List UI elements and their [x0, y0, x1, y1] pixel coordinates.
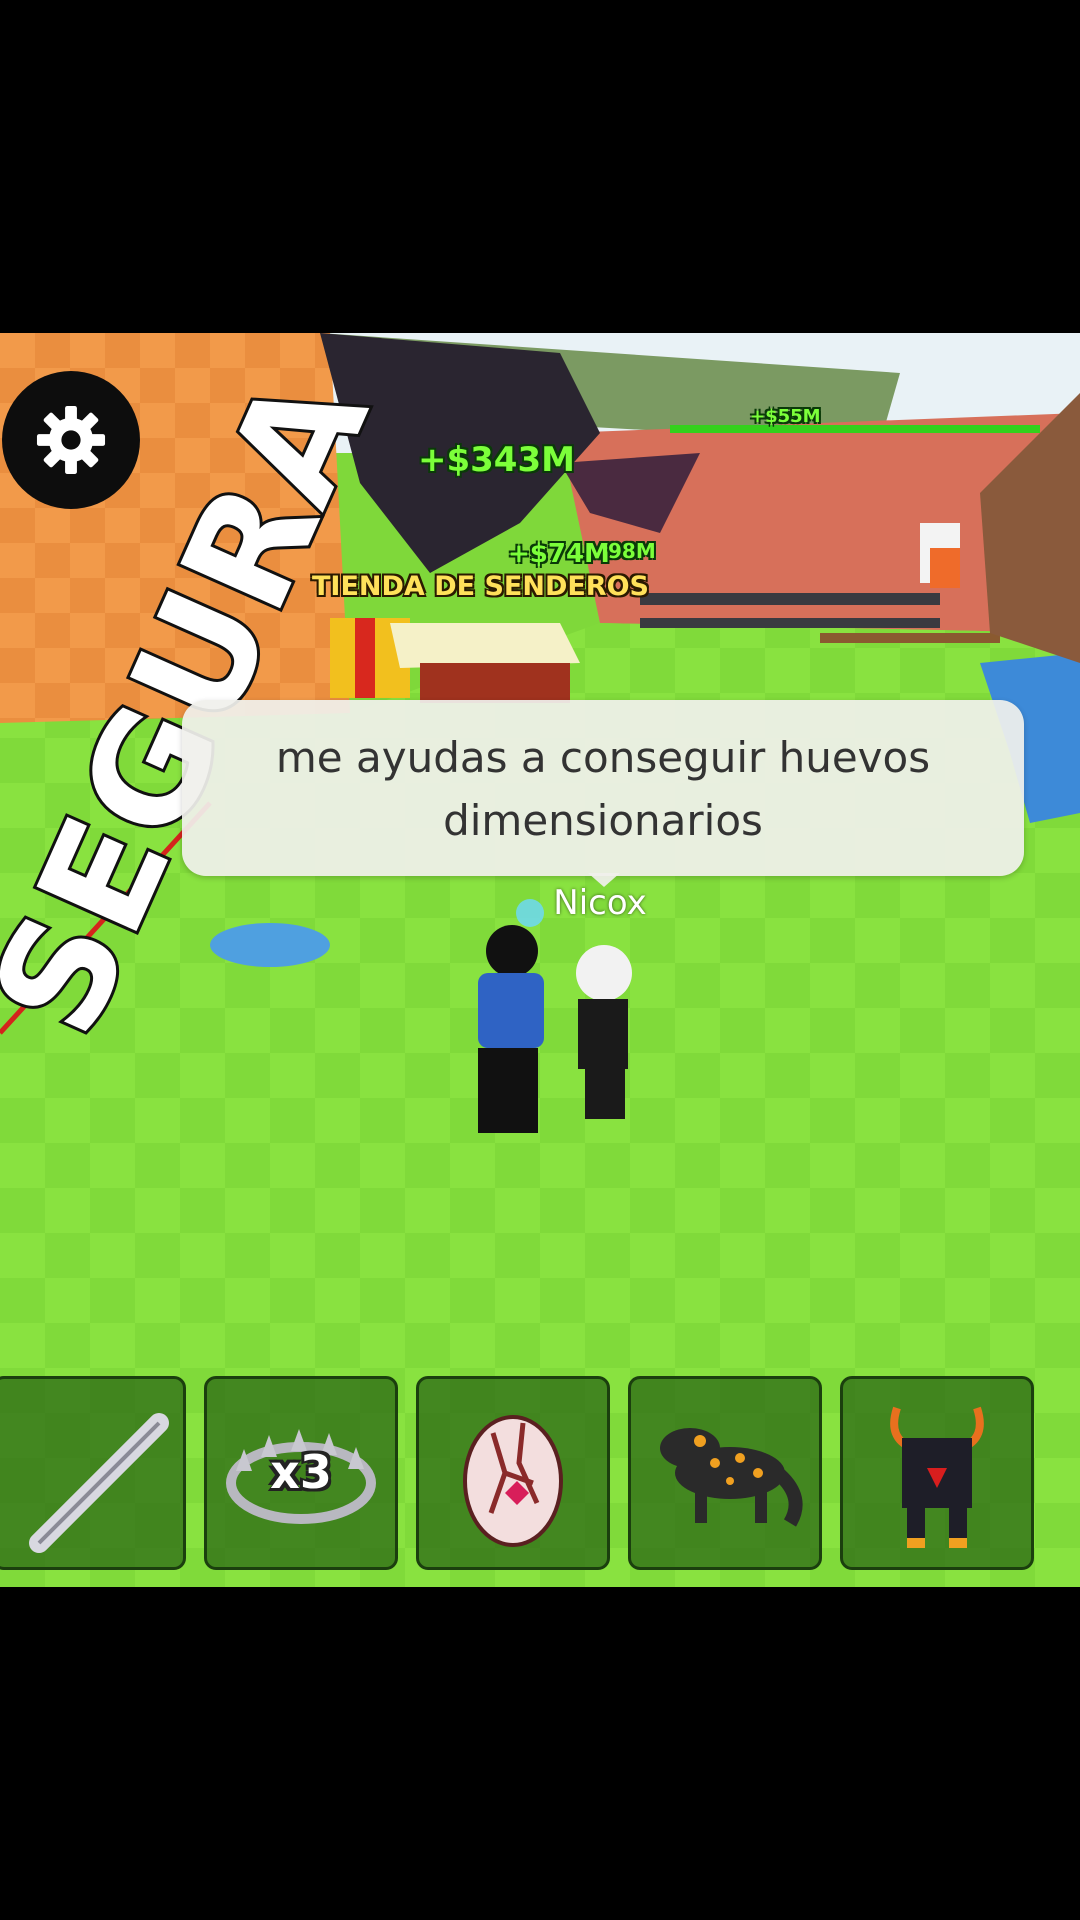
money-popup-far: +$55M	[750, 406, 821, 427]
settings-button[interactable]	[2, 371, 140, 509]
hotbar-slot-bat[interactable]	[0, 1376, 186, 1570]
player-name-tag: Nicox	[553, 883, 647, 923]
money-popup-mid: +$74M	[508, 539, 610, 569]
trap-count-label: x3	[270, 1445, 332, 1499]
money-popup-main: +$343M	[418, 440, 575, 480]
hotbar-slot-trap[interactable]: x3	[204, 1376, 398, 1570]
gear-icon	[36, 405, 106, 475]
shop-sign: TIENDA DE SENDEROS	[312, 571, 649, 602]
game-viewport: SEGURA +$343M +$74M 98M +$55M TIENDA DE …	[0, 333, 1080, 1587]
hotbar-slot-salamander[interactable]	[628, 1376, 822, 1570]
bat-icon	[29, 1413, 169, 1553]
salamander-icon	[660, 1428, 803, 1527]
chat-bubble: me ayudas a conseguir huevos dimensionar…	[182, 700, 1024, 876]
hotbar-slot-bull[interactable]	[840, 1376, 1034, 1570]
chat-message: me ayudas a conseguir huevos dimensionar…	[275, 733, 931, 845]
bull-icon	[890, 1406, 984, 1548]
egg-icon	[463, 1415, 563, 1547]
hotbar-slot-egg[interactable]	[416, 1376, 610, 1570]
money-popup-mid-extra: 98M	[608, 539, 656, 563]
